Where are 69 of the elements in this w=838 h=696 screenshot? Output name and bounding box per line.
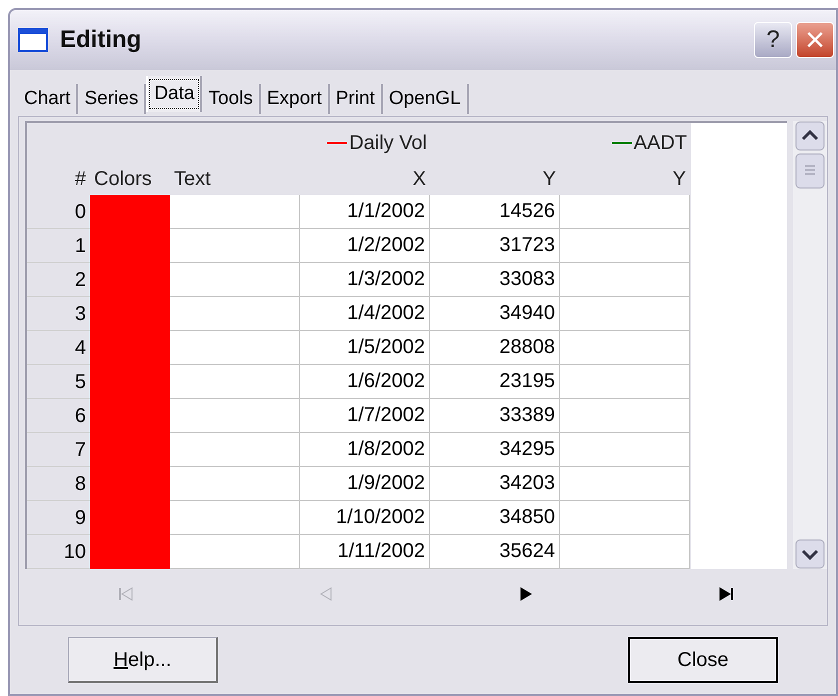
tab[interactable]: Data [146, 76, 202, 112]
table-cell[interactable]: 1/10/2002 [300, 501, 430, 535]
column-header: Text [174, 167, 211, 192]
table-cell[interactable]: 1/9/2002 [300, 467, 430, 501]
color-swatch[interactable] [90, 195, 170, 229]
tab[interactable]: OpenGL [382, 84, 469, 114]
table-cell[interactable]: 1/4/2002 [300, 297, 430, 331]
window-icon [18, 28, 48, 52]
color-swatch[interactable] [90, 535, 170, 569]
table-cell[interactable] [560, 297, 690, 331]
column-header: # [74, 167, 86, 192]
column-header: X [412, 167, 426, 192]
table-cell[interactable]: 34203 [430, 467, 560, 501]
table-cell[interactable] [560, 501, 690, 535]
table-cell[interactable] [170, 433, 300, 467]
table-cell[interactable] [170, 229, 300, 263]
table-cell[interactable]: 33389 [430, 399, 560, 433]
scrollbar[interactable] [793, 121, 827, 569]
column-header: Colors [94, 167, 152, 192]
tab[interactable]: Chart [18, 84, 78, 114]
table-cell[interactable]: 34850 [430, 501, 560, 535]
window-title: Editing [60, 25, 142, 55]
table-cell[interactable]: 33083 [430, 263, 560, 297]
scroll-up-icon[interactable] [795, 121, 826, 151]
table-cell[interactable]: 23195 [430, 365, 560, 399]
table-cell[interactable]: 14526 [430, 195, 560, 229]
table-cell[interactable]: 35624 [430, 535, 560, 569]
table-cell[interactable]: 1/3/2002 [300, 263, 430, 297]
table-cell[interactable] [560, 263, 690, 297]
table-cell[interactable]: 1/5/2002 [300, 331, 430, 365]
table-cell[interactable] [170, 399, 300, 433]
table-cell[interactable] [560, 331, 690, 365]
help-dialog-button[interactable]: Help... [68, 637, 218, 683]
legend-label: AADT [634, 131, 687, 156]
table-cell[interactable] [560, 433, 690, 467]
close-dialog-button[interactable]: Close [628, 637, 778, 683]
table-cell[interactable] [560, 467, 690, 501]
table-cell[interactable]: 1/7/2002 [300, 399, 430, 433]
column-header: Y [672, 167, 686, 192]
tab[interactable]: Print [330, 84, 383, 114]
table-cell[interactable] [560, 195, 690, 229]
table-cell[interactable]: 1/1/2002 [300, 195, 430, 229]
table-cell[interactable]: 28808 [430, 331, 560, 365]
table-cell[interactable]: 31723 [430, 229, 560, 263]
tab[interactable]: Tools [202, 84, 261, 114]
table-cell[interactable]: 1/8/2002 [300, 433, 430, 467]
legend-label: Daily Vol [349, 131, 427, 156]
tab[interactable]: Export [260, 84, 330, 114]
table-cell[interactable] [560, 535, 690, 569]
table-cell[interactable] [560, 229, 690, 263]
table-cell[interactable] [170, 297, 300, 331]
scroll-thumb[interactable] [795, 153, 826, 189]
table-cell[interactable] [170, 263, 300, 297]
table-cell[interactable] [170, 331, 300, 365]
table-cell[interactable] [170, 501, 300, 535]
table-cell[interactable] [560, 399, 690, 433]
table-cell[interactable] [170, 365, 300, 399]
table-cell[interactable] [560, 365, 690, 399]
scroll-down-icon[interactable] [795, 539, 826, 569]
table-cell[interactable]: 1/6/2002 [300, 365, 430, 399]
table-cell[interactable] [170, 535, 300, 569]
table-cell[interactable] [170, 467, 300, 501]
table-cell[interactable]: 1/11/2002 [300, 535, 430, 569]
column-header: Y [542, 167, 556, 192]
table-cell[interactable]: 1/2/2002 [300, 229, 430, 263]
help-button[interactable]: ? [754, 22, 792, 58]
table-cell[interactable] [170, 195, 300, 229]
table-cell[interactable]: 34295 [430, 433, 560, 467]
table-cell[interactable]: 34940 [430, 297, 560, 331]
